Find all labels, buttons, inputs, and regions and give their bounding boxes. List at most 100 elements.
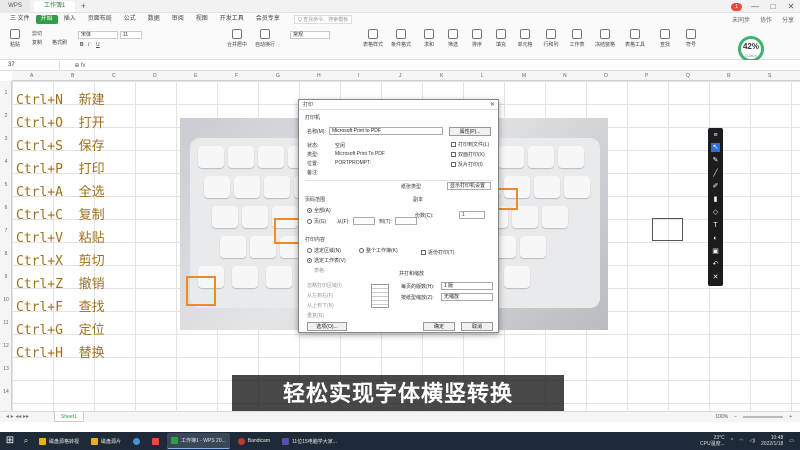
text-icon[interactable]: T <box>711 221 720 230</box>
italic-button[interactable]: I <box>88 42 89 48</box>
color-icon[interactable]: ◐ <box>711 234 720 243</box>
share-button[interactable]: 分享 <box>782 15 794 24</box>
volume-icon[interactable]: ◁) <box>750 438 756 444</box>
row-header-cell[interactable]: 9 <box>0 274 12 280</box>
column-header-cell[interactable]: L <box>481 71 484 81</box>
network-icon[interactable]: ◠ <box>739 438 743 444</box>
number-format-select[interactable]: 常规 <box>290 31 330 39</box>
tab-workbook[interactable]: 工作簿1 <box>34 0 76 12</box>
to-input[interactable] <box>395 217 417 225</box>
column-header-cell[interactable]: G <box>276 71 280 81</box>
manual-duplex-checkbox[interactable] <box>451 162 456 167</box>
print-to-file-checkbox[interactable] <box>451 142 456 147</box>
minimize-button[interactable]: — <box>750 2 760 11</box>
clock[interactable]: 10:48 2022/1/18 <box>761 435 783 447</box>
row-header-cell[interactable]: 2 <box>0 113 12 119</box>
new-tab-button[interactable]: + <box>77 1 89 11</box>
paper-type-select[interactable]: 显示打印机设置 <box>447 182 491 190</box>
clear-icon[interactable]: ✕ <box>711 273 720 282</box>
column-header-cell[interactable]: C <box>112 71 116 81</box>
pen-icon[interactable]: ✎ <box>711 156 720 165</box>
paste-button[interactable]: 粘贴 <box>2 29 28 48</box>
menu-home[interactable]: 开始 <box>35 15 58 24</box>
shortcut-find[interactable]: Ctrl+F 查找 <box>16 296 105 315</box>
font-size-select[interactable]: 11 <box>120 31 142 39</box>
column-header-cell[interactable]: N <box>563 71 567 81</box>
copy-button[interactable]: 复制 <box>32 39 42 46</box>
shortcut-select-all[interactable]: Ctrl+A 全选 <box>16 181 105 200</box>
row-header-cell[interactable]: 8 <box>0 251 12 257</box>
menu-developer[interactable]: 开发工具 <box>214 13 250 26</box>
filter-button[interactable]: 筛选 <box>440 29 466 48</box>
table-style-button[interactable]: 表格样式 <box>360 29 386 48</box>
range-pages-radio[interactable] <box>307 219 312 224</box>
undo-icon[interactable]: ↶ <box>711 260 720 269</box>
column-header-cell[interactable]: B <box>71 71 74 81</box>
format-painter-button[interactable]: 格式刷 <box>52 39 67 46</box>
printer-name-select[interactable]: Microsoft Print to PDF <box>329 127 443 135</box>
row-header-cell[interactable]: 12 <box>0 343 12 349</box>
zoom-out-button[interactable]: − <box>734 412 737 422</box>
collate-checkbox[interactable] <box>421 250 426 255</box>
row-header-cell[interactable]: 13 <box>0 366 12 372</box>
cut-button[interactable]: 剪切 <box>32 30 42 37</box>
tray-arrow-icon[interactable]: ^ <box>731 438 733 444</box>
selected-cell-outline[interactable] <box>652 218 683 241</box>
column-header-cell[interactable]: R <box>727 71 731 81</box>
taskbar-item-bandicam[interactable]: Bandicam <box>234 433 274 449</box>
freeze-button[interactable]: 冻结窗格 <box>592 29 618 48</box>
taskbar-search-icon[interactable]: ⌕ <box>21 432 31 450</box>
row-header-cell[interactable]: 7 <box>0 228 12 234</box>
highlighter-icon[interactable]: ▮ <box>711 195 720 204</box>
taskbar-item-premiere[interactable]: 11位15电脑学大家... <box>278 433 341 449</box>
column-header-cell[interactable]: I <box>358 71 359 81</box>
cell-button[interactable]: 单元格 <box>512 29 538 48</box>
dialog-close-icon[interactable]: ✕ <box>490 100 495 110</box>
merge-center-button[interactable]: 合并居中 <box>224 29 250 48</box>
shortcut-goto[interactable]: Ctrl+G 定位 <box>16 319 105 338</box>
column-header-cell[interactable]: J <box>399 71 402 81</box>
sum-button[interactable]: 求和 <box>416 29 442 48</box>
pages-per-sheet-select[interactable]: 1 版 <box>441 282 493 290</box>
menu-view[interactable]: 视图 <box>190 13 214 26</box>
column-header-cell[interactable]: P <box>645 71 648 81</box>
ok-button[interactable]: 确定 <box>423 322 455 331</box>
worksheet-button[interactable]: 工作表 <box>564 29 590 48</box>
active-sheet-radio[interactable] <box>307 258 312 263</box>
row-header-cell[interactable]: 3 <box>0 136 12 142</box>
weather-widget[interactable]: 23°C CPU温度... <box>700 435 725 447</box>
column-header-cell[interactable]: F <box>235 71 238 81</box>
eraser-icon[interactable]: ◇ <box>711 208 720 217</box>
pencil-icon[interactable]: ╱ <box>711 169 720 178</box>
start-button-icon[interactable]: ⊞ <box>3 432 17 450</box>
close-button[interactable]: ✕ <box>786 2 796 11</box>
row-header-cell[interactable]: 5 <box>0 182 12 188</box>
notification-icon[interactable]: ▭ <box>789 438 794 444</box>
zoom-in-button[interactable]: + <box>789 412 792 422</box>
range-all-radio[interactable] <box>307 208 312 213</box>
column-header-cell[interactable]: M <box>522 71 526 81</box>
row-header-cell[interactable]: 11 <box>0 320 12 326</box>
menu-insert[interactable]: 插入 <box>58 13 82 26</box>
name-box[interactable]: 37 <box>0 60 60 70</box>
symbol-button[interactable]: 符号 <box>678 29 704 48</box>
column-header-cell[interactable]: H <box>317 71 321 81</box>
shortcut-open[interactable]: Ctrl+O 打开 <box>16 112 105 131</box>
column-header-cell[interactable]: E <box>194 71 197 81</box>
screenshot-icon[interactable]: ▣ <box>711 247 720 256</box>
zoom-level[interactable]: 100% <box>715 412 728 422</box>
scale-to-select[interactable]: 无缩放 <box>441 293 493 301</box>
shortcut-new[interactable]: Ctrl+N 新建 <box>16 89 105 108</box>
command-search-input[interactable]: Q 查找命令、搜索模板 <box>293 15 352 24</box>
menu-page-layout[interactable]: 页面布局 <box>82 13 118 26</box>
cond-format-button[interactable]: 条件格式 <box>388 29 414 48</box>
menu-data[interactable]: 数据 <box>142 13 166 26</box>
shortcut-undo[interactable]: Ctrl+Z 撤销 <box>16 273 105 292</box>
selection-radio[interactable] <box>307 248 312 253</box>
column-header-cell[interactable]: D <box>153 71 157 81</box>
taskbar-item-chrome[interactable] <box>129 433 144 449</box>
fill-button[interactable]: 填充 <box>488 29 514 48</box>
menu-review[interactable]: 审阅 <box>166 13 190 26</box>
menu-file[interactable]: 三 文件 <box>4 13 36 26</box>
taskbar-item-folder1[interactable]: 磁盘源格转视 <box>35 433 83 449</box>
